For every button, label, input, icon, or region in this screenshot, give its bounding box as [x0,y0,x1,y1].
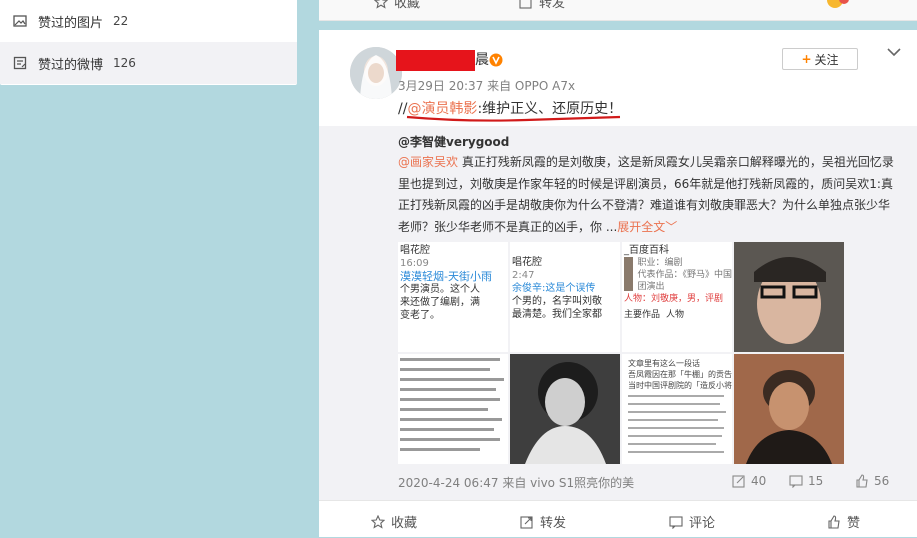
image-thumbnail[interactable]: 唱花腔 2:47 余俊辛:这是个误传 个男的，名字叫刘敬 最清楚。我们全家都 [510,242,620,352]
thumb-text: 吾凤霞因在那「牛棚」的贡告，她是 [628,370,732,379]
thumb-text: 唱花腔 [400,245,430,256]
comment-button[interactable]: 评论 [669,512,715,531]
repost-button[interactable]: 转发 [519,0,565,11]
original-post-text: @画家吴欢 真正打残新凤霞的是刘敬庚，这是新凤霞女儿吴霜亲口解释曝光的，吴祖光回… [398,152,898,238]
image-icon [13,15,27,27]
image-thumbnail[interactable] [510,354,620,464]
repost-label: 转发 [539,0,566,11]
thumb-text: 人物：刘敬庚，男，评剧 [624,294,724,304]
original-like-count[interactable]: 56 [855,474,889,488]
favorite-button[interactable]: 收藏 [374,0,420,11]
repost-button[interactable]: 转发 [520,512,566,531]
thumb-text: _百度百科 [624,245,669,256]
favorite-button[interactable]: 收藏 [371,512,417,531]
thumbs-up-icon [856,474,868,488]
original-comment-count[interactable]: 15 [789,474,823,488]
expand-label: 展开全文 [617,219,666,234]
post-card: 晨 3月29日 20:37 来自 OPPO A7x + 关注 //@演员韩影:维… [319,30,917,537]
sidebar-item-liked-images[interactable]: 赞过的图片 22 [0,0,297,42]
thumbs-up-icon [828,514,840,529]
repost-icon [732,475,745,488]
sidebar-item-count: 22 [113,14,129,28]
thumb-text: 余俊辛:这是个误传 [512,283,596,294]
sidebar-item-label: 赞过的图片 [38,15,104,31]
previous-post-action-bar: 收藏 转发 [319,0,917,21]
post-action-bar: 收藏 转发 评论 赞 [319,500,917,538]
thumb-text: 最清楚。我们全家都 [512,309,602,320]
thumb-text: 唱花腔 [512,257,542,268]
image-thumbnail[interactable] [398,354,508,464]
favorite-label: 收藏 [394,0,421,11]
chevron-down-icon[interactable] [886,46,902,58]
username-suffix[interactable]: 晨 [475,49,489,69]
comment-icon [669,515,683,529]
thumb-text: 变老了。 [400,310,440,321]
thumb-photo [624,257,634,291]
repost-icon [519,0,532,9]
thumb-text: 个男演员。这个人 [400,284,480,295]
post-timestamp-source[interactable]: 3月29日 20:37 来自 OPPO A7x [398,77,575,94]
image-thumbnail[interactable]: _百度百科 职业：编剧 代表作品：《野马》中国 团演出 人物：刘敬庚，男，评剧 … [622,242,732,352]
thumb-text: 个男的，名字叫刘敬 [512,296,602,307]
star-icon [371,514,385,529]
thumb-photo [734,242,844,352]
favorite-label: 收藏 [391,516,418,531]
like-button[interactable]: 赞 [827,512,860,531]
thumb-text: 当时中国评剧院的「造反小将」学习主教 [628,381,732,390]
star-icon [374,0,388,9]
red-annotation-underline [406,115,621,122]
image-thumbnail[interactable] [734,354,844,464]
left-sidebar: 赞过的图片 22 赞过的微博 126 [0,0,297,85]
thumb-text: 主要作品 [624,310,661,320]
thumb-text: 代表作品：《野马》中国 [637,270,732,280]
thumb-text: 人物 [666,310,685,320]
plus-icon: + [801,52,812,66]
expand-full-text-link[interactable]: 展开全文﹀ [617,220,677,234]
follow-label: 关注 [814,52,839,67]
comment-icon [789,475,803,488]
thumb-text: 职业：编剧 [637,258,683,268]
repost-icon [520,515,533,529]
reposted-post: @李智健verygood @画家吴欢 真正打残新凤霞的是刘敬庚，这是新凤霞女儿吴… [319,126,917,500]
thumb-photo [510,354,620,464]
mention-link[interactable]: @画家吴欢 [398,155,458,169]
original-timestamp-source[interactable]: 2020-4-24 06:47 来自 vivo S1照亮你的美 [398,474,634,491]
image-thumbnail[interactable]: 唱花腔 16:09 漠漠轻烟-天街小雨 个男演员。这个人 来还做了编剧，满 变老… [398,242,508,352]
sidebar-item-liked-posts[interactable]: 赞过的微博 126 [0,42,297,84]
thumb-article-scan [400,358,504,451]
sidebar-item-label: 赞过的微博 [38,57,104,73]
original-repost-count[interactable]: 40 [732,474,766,488]
repost-count: 40 [751,474,767,488]
post-icon [13,56,27,70]
redacted-username[interactable] [396,50,475,71]
follow-button[interactable]: + 关注 [782,48,858,70]
comment-count: 15 [808,474,824,488]
vip-badge-icon[interactable] [489,53,503,67]
thumb-photo [734,354,844,464]
thumb-text: 团演出 [637,282,665,292]
thumb-article-scan [628,395,726,453]
image-thumbnail[interactable] [734,242,844,352]
original-author[interactable]: @李智健verygood [398,133,509,150]
thumb-text: 漠漠轻烟-天街小雨 [400,270,492,283]
expand-arrow-icon: ﹀ [665,219,678,234]
thumb-text: 来还做了编剧，满 [400,297,480,308]
thumb-text: 2:47 [512,270,535,281]
image-thumbnail[interactable]: 文章里有这么一段话 吾凤霞因在那「牛棚」的贡告，她是 当时中国评剧院的「造反小将… [622,354,732,464]
avatar[interactable] [350,47,402,99]
comment-label: 评论 [689,516,716,531]
repost-label: 转发 [540,516,567,531]
sidebar-item-count: 126 [113,56,136,70]
thumb-text: 16:09 [400,258,429,269]
thumb-text: 文章里有这么一段话 [628,359,700,368]
like-count: 56 [874,474,890,488]
like-label: 赞 [847,516,861,531]
avatar-image [350,47,402,99]
